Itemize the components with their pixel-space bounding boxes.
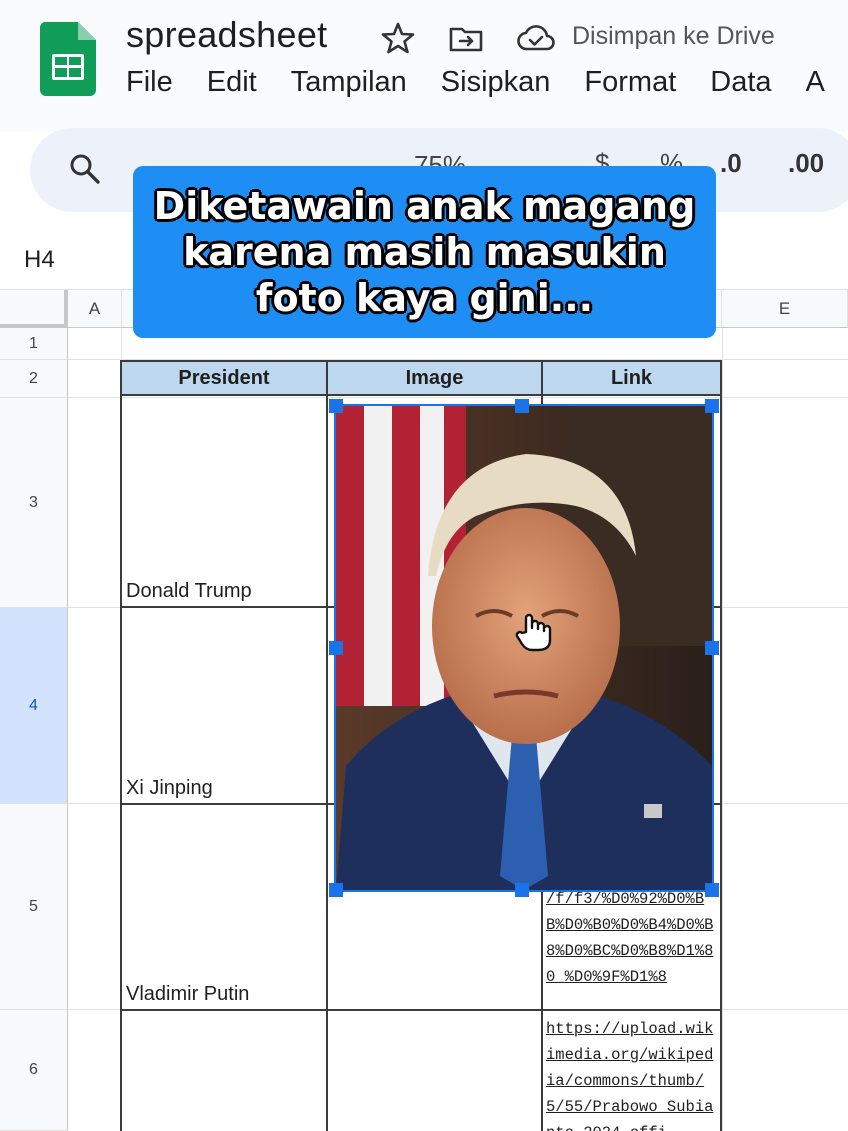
column-header-e[interactable]: E (722, 290, 848, 328)
decrease-decimal-button[interactable]: .0 (720, 148, 742, 179)
menu-insert[interactable]: Sisipkan (441, 66, 551, 99)
hand-cursor-icon (515, 613, 552, 652)
resize-handle-top[interactable] (515, 399, 529, 413)
row-header-2[interactable]: 2 (0, 360, 68, 398)
resize-handle-bottom-right[interactable] (705, 883, 719, 897)
save-status: Disimpan ke Drive (572, 22, 775, 50)
move-folder-icon[interactable] (448, 20, 484, 56)
resize-handle-right[interactable] (705, 641, 719, 655)
menu-data[interactable]: Data (710, 66, 771, 99)
table-border (720, 396, 722, 1131)
grid-line (68, 397, 848, 398)
document-title[interactable]: spreadsheet (126, 14, 327, 56)
header-cell-image[interactable]: Image (326, 360, 543, 396)
star-icon[interactable] (380, 20, 416, 56)
table-border (120, 1009, 722, 1011)
header-cell-president[interactable]: President (120, 360, 328, 396)
resize-handle-top-left[interactable] (329, 399, 343, 413)
cell-president-trump[interactable]: Donald Trump (126, 580, 252, 603)
menu-view[interactable]: Tampilan (291, 66, 407, 99)
row-header-5[interactable]: 5 (0, 804, 68, 1010)
table-border (326, 396, 328, 1131)
menu-format[interactable]: Format (584, 66, 676, 99)
cell-president-xi[interactable]: Xi Jinping (126, 777, 213, 800)
cell-link-prabowo[interactable]: https://upload.wikimedia.org/wikipedia/c… (546, 1016, 718, 1131)
cell-link-putin[interactable]: /f/f3/%D0%92%D0%BB%D0%B0%D0%B4%D0%B8%D0%… (546, 886, 718, 1008)
resize-handle-top-right[interactable] (705, 399, 719, 413)
select-all-corner[interactable] (0, 290, 68, 328)
menu-edit[interactable]: Edit (207, 66, 257, 99)
menu-more[interactable]: A (806, 66, 825, 99)
table-border (120, 396, 122, 1131)
resize-handle-bottom-left[interactable] (329, 883, 343, 897)
increase-decimal-button[interactable]: .00 (788, 148, 824, 179)
cell-president-putin[interactable]: Vladimir Putin (126, 983, 249, 1006)
caption-text: Diketawain anak magang karena masih masu… (153, 184, 696, 320)
name-box[interactable]: H4 (24, 246, 55, 274)
grid-line (722, 328, 723, 1131)
search-icon[interactable] (68, 152, 102, 186)
row-header-3[interactable]: 3 (0, 398, 68, 608)
row-header-6[interactable]: 6 (0, 1010, 68, 1131)
row-header-4[interactable]: 4 (0, 608, 68, 804)
row-header-1[interactable]: 1 (0, 328, 68, 360)
video-caption-overlay: Diketawain anak magang karena masih masu… (133, 166, 716, 338)
cloud-saved-icon[interactable] (516, 20, 556, 56)
column-header-a[interactable]: A (68, 290, 122, 328)
inserted-portrait-image[interactable] (334, 404, 714, 892)
header-cell-link[interactable]: Link (541, 360, 722, 396)
sheets-logo-icon[interactable] (40, 22, 96, 96)
resize-handle-bottom[interactable] (515, 883, 529, 897)
menu-file[interactable]: File (126, 66, 173, 99)
menu-bar: File Edit Tampilan Sisipkan Format Data … (126, 66, 848, 99)
resize-handle-left[interactable] (329, 641, 343, 655)
app-header: spreadsheet Disimpan ke Drive File Edit … (0, 0, 848, 132)
